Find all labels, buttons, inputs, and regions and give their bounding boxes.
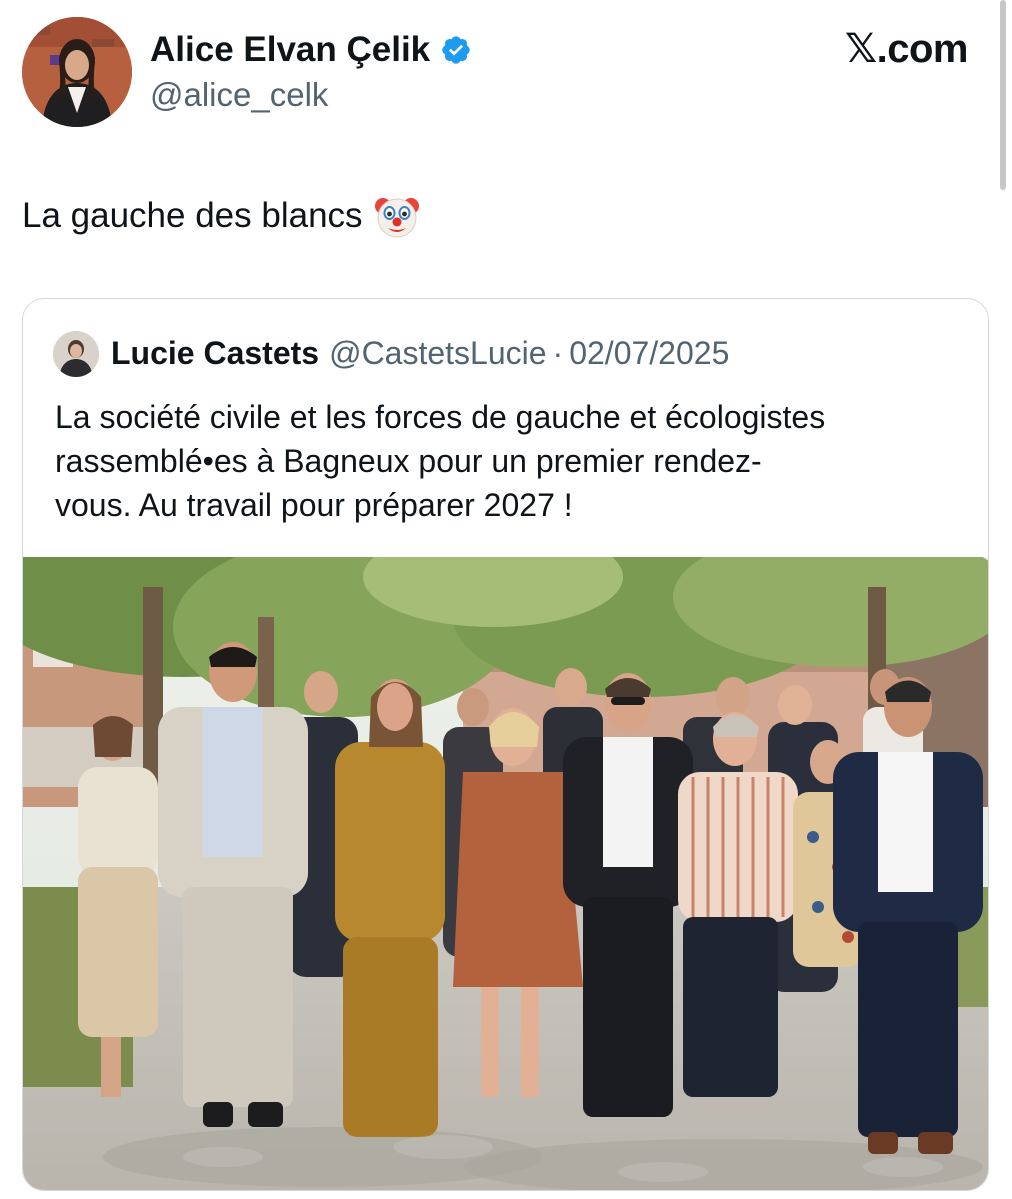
- author-name[interactable]: Alice Elvan Çelik: [150, 30, 430, 70]
- group-photo-image: [23, 557, 988, 1190]
- tweet-text: La gauche des blancs: [22, 196, 363, 235]
- site-badge: 𝕏.com: [844, 27, 969, 71]
- quoted-author-name[interactable]: Lucie Castets: [111, 335, 319, 372]
- tweet-text-row: La gauche des blancs: [22, 192, 421, 240]
- author-name-row: Alice Elvan Çelik: [150, 28, 472, 72]
- quoted-tweet-date[interactable]: 02/07/2025: [569, 335, 729, 372]
- quoted-author-handle[interactable]: @CastetsLucie: [329, 335, 546, 372]
- author-handle[interactable]: @alice_celk: [150, 76, 328, 114]
- quoted-author-avatar[interactable]: [53, 331, 99, 377]
- quoted-author-avatar-image: [53, 331, 99, 377]
- clown-face-icon: [374, 198, 419, 238]
- quoted-tweet-header: Lucie Castets @CastetsLucie · 02/07/2025: [111, 335, 729, 372]
- header-separator: ·: [552, 335, 564, 371]
- quoted-tweet-card[interactable]: Lucie Castets @CastetsLucie · 02/07/2025…: [22, 298, 989, 1191]
- quoted-tweet-photo[interactable]: [23, 557, 988, 1190]
- quoted-text-line: rassemblé•es à Bagneux pour un premier r…: [55, 443, 762, 479]
- scrollbar[interactable]: [1000, 0, 1006, 190]
- quoted-tweet-text: La société civile et les forces de gauch…: [55, 395, 970, 527]
- quoted-text-line: vous. Au travail pour préparer 2027 !: [55, 487, 573, 523]
- verified-badge-icon: [442, 36, 470, 64]
- author-avatar[interactable]: [22, 17, 132, 127]
- author-avatar-image: [22, 17, 132, 127]
- quoted-text-line: La société civile et les forces de gauch…: [55, 399, 826, 435]
- tweet-screenshot: Alice Elvan Çelik @alice_celk 𝕏.com La g…: [0, 0, 1012, 1199]
